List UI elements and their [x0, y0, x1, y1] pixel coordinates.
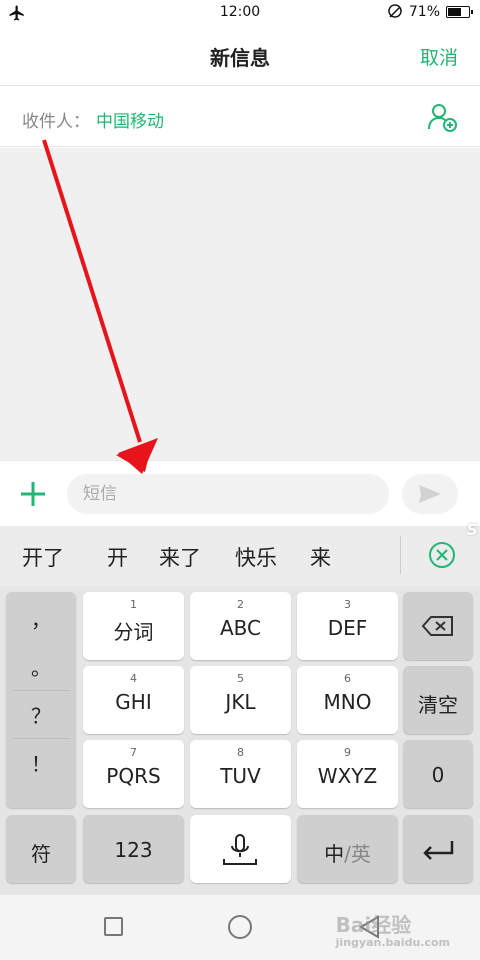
enter-key[interactable] — [403, 815, 473, 883]
backspace-icon — [421, 616, 453, 636]
message-area — [0, 148, 480, 460]
recipient-chip[interactable]: 中国移动 — [96, 107, 164, 132]
punct-period-key[interactable]: 。 — [6, 644, 76, 692]
recipient-row[interactable]: 收件人： 中国移动 — [0, 87, 480, 147]
key-5[interactable]: 5 JKL — [190, 666, 291, 734]
enter-icon — [423, 841, 454, 860]
key-7[interactable]: 7 PQRS — [83, 740, 184, 808]
punctuation-column: ， 。 ？ ！ — [6, 592, 76, 808]
key-1[interactable]: 1 分词 — [83, 592, 184, 660]
home-button[interactable] — [228, 915, 252, 939]
punct-exclaim-key[interactable]: ！ — [6, 740, 76, 788]
punct-question-key[interactable]: ？ — [6, 692, 76, 740]
candidate-word[interactable]: 快乐 — [235, 542, 277, 572]
key-9[interactable]: 9 WXYZ — [297, 740, 398, 808]
candidate-divider — [400, 536, 401, 574]
key-6[interactable]: 6 MNO — [297, 666, 398, 734]
status-bar: 12:00 71% — [0, 0, 480, 26]
clear-key[interactable]: 清空 — [403, 666, 473, 734]
key-8[interactable]: 8 TUV — [190, 740, 291, 808]
candidate-word[interactable]: 开 — [107, 542, 128, 572]
symbol-key[interactable]: 符 — [6, 815, 76, 883]
zero-key[interactable]: 0 — [403, 740, 473, 808]
page-title: 新信息 — [210, 46, 270, 70]
add-contact-icon[interactable] — [426, 101, 458, 133]
lang-sep: / — [344, 842, 351, 866]
battery-percent: 71% — [408, 4, 440, 20]
candidate-word[interactable]: 来 — [310, 542, 331, 572]
divider — [12, 738, 70, 739]
punct-comma-key[interactable]: ， — [6, 596, 76, 644]
key-4[interactable]: 4 GHI — [83, 666, 184, 734]
recents-button[interactable] — [104, 917, 123, 936]
key-3[interactable]: 3 DEF — [297, 592, 398, 660]
number-mode-key[interactable]: 123 — [83, 815, 184, 883]
key-2[interactable]: 2 ABC — [190, 592, 291, 660]
send-icon — [419, 485, 441, 503]
divider — [12, 690, 70, 691]
recipient-label: 收件人： — [22, 112, 90, 132]
microphone-icon — [223, 834, 257, 865]
plus-icon[interactable] — [18, 479, 48, 509]
sms-input[interactable] — [67, 474, 389, 514]
lang-en: 英 — [350, 842, 371, 866]
baidu-jingyan-watermark: Bai经验 jingyan.baidu.com — [335, 913, 450, 949]
battery-icon — [446, 6, 473, 18]
send-button[interactable] — [402, 474, 458, 514]
cancel-button[interactable]: 取消 — [420, 43, 458, 70]
close-circle-icon[interactable] — [428, 541, 456, 569]
no-signal-icon — [388, 4, 402, 18]
voice-space-key[interactable] — [190, 815, 291, 883]
lang-zh: 中 — [324, 842, 345, 866]
language-switch-key[interactable]: 中/英 — [297, 815, 398, 883]
candidate-bar: 开了 开 来了 快乐 来 S — [0, 520, 480, 586]
keyboard: 开了 开 来了 快乐 来 S ， 。 ？ ！ 1 分词 2 ABC 3 DEF — [0, 520, 480, 895]
navigation-bar: Bai经验 jingyan.baidu.com — [0, 895, 480, 960]
header: 新信息 取消 — [0, 26, 480, 86]
compose-bar — [0, 460, 480, 526]
candidate-word[interactable]: 来了 — [159, 542, 201, 572]
backspace-key[interactable] — [403, 592, 473, 660]
sogou-logo-icon: S — [466, 520, 478, 539]
candidate-word[interactable]: 开了 — [22, 542, 64, 572]
